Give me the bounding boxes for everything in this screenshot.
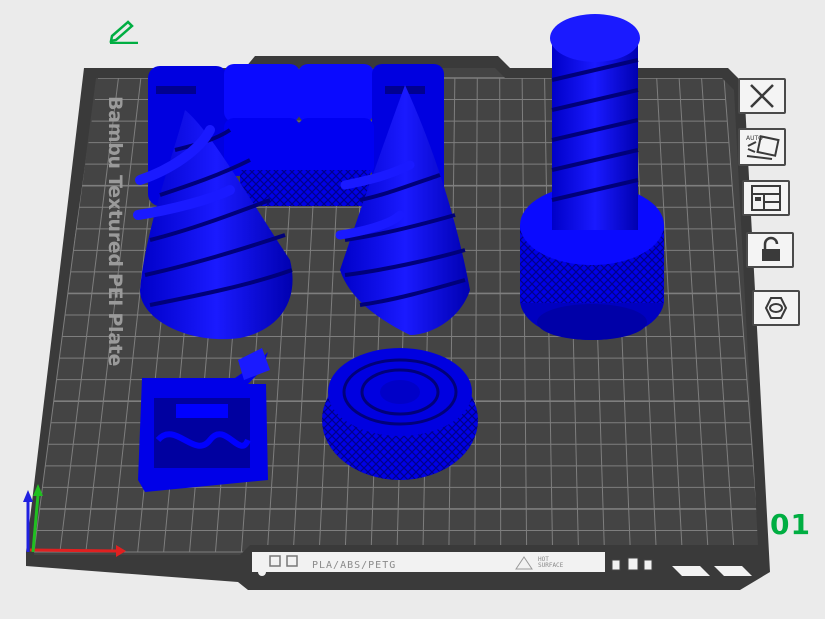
auto-orient-button[interactable]: AUTO (738, 128, 786, 166)
nozzle-icons (611, 557, 653, 571)
arrange-button[interactable] (742, 180, 790, 216)
svg-text:AUTO: AUTO (746, 135, 763, 142)
edit-plate-name-icon[interactable] (106, 18, 142, 44)
unlock-icon (762, 236, 780, 261)
plate-number: 01 (770, 508, 811, 541)
plate-type-label: Bambu Textured PEI Plate (104, 96, 126, 367)
model-knurled-wheel[interactable] (322, 348, 478, 480)
arrange-icon (751, 185, 781, 211)
auto-orient-icon: AUTO (746, 135, 780, 160)
hot-surface-warning: HOT SURFACE (538, 556, 564, 569)
lock-button[interactable] (746, 232, 794, 268)
close-plate-button[interactable] (738, 78, 786, 114)
plate-reference-dot (258, 568, 266, 576)
close-icon (750, 84, 774, 108)
filament-types-label: PLA/ABS/PETG (312, 560, 397, 571)
plate-settings-button[interactable] (752, 290, 800, 326)
hexagon-nut-icon (764, 297, 788, 319)
